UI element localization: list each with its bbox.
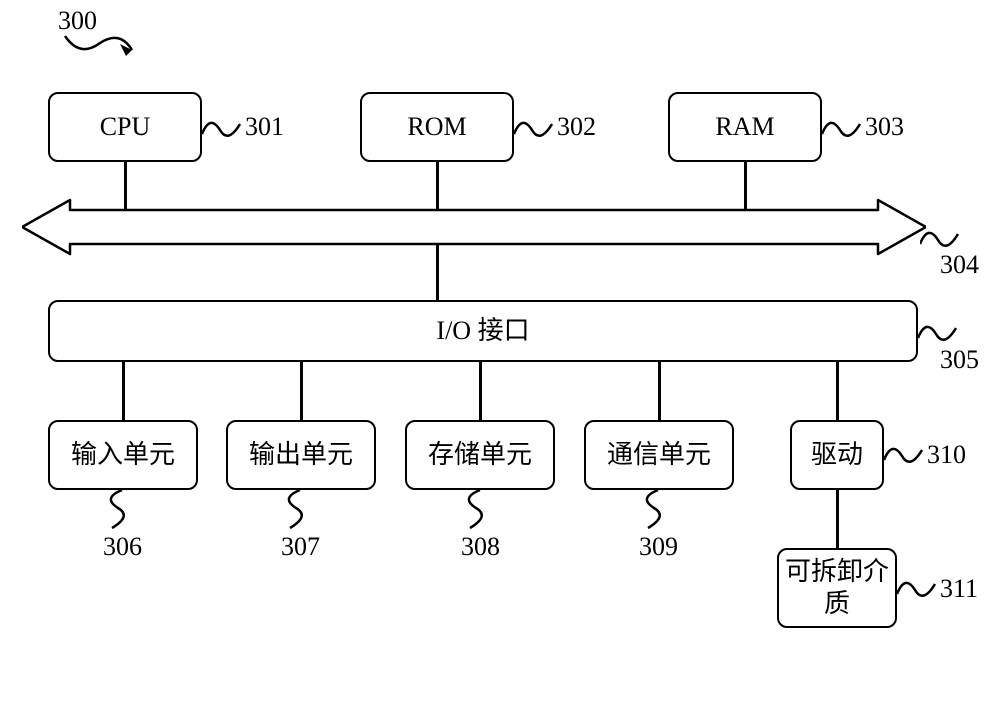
ref-input: 306 xyxy=(103,532,142,562)
removable-block: 可拆卸介质 xyxy=(777,548,897,628)
connector-line xyxy=(436,244,439,300)
ref-output: 307 xyxy=(281,532,320,562)
squiggle-icon xyxy=(458,490,492,532)
ref-storage: 308 xyxy=(461,532,500,562)
squiggle-icon xyxy=(202,112,244,146)
comm-block: 通信单元 xyxy=(584,420,734,490)
ref-comm: 309 xyxy=(639,532,678,562)
connector-line xyxy=(479,362,482,420)
ref-cpu: 301 xyxy=(245,112,284,142)
rom-block: ROM xyxy=(360,92,514,162)
squiggle-icon xyxy=(278,490,312,532)
drive-block: 驱动 xyxy=(790,420,884,490)
connector-line xyxy=(300,362,303,420)
connector-line xyxy=(658,362,661,420)
ref-bus: 304 xyxy=(940,250,979,280)
cpu-block: CPU xyxy=(48,92,202,162)
ram-block: RAM xyxy=(668,92,822,162)
ref-drive: 310 xyxy=(927,440,966,470)
squiggle-icon xyxy=(514,112,556,146)
output-block: 输出单元 xyxy=(226,420,376,490)
connector-line xyxy=(836,362,839,420)
squiggle-icon xyxy=(822,112,864,146)
figure-arrow-icon xyxy=(60,28,150,68)
squiggle-icon xyxy=(636,490,670,532)
ref-rom: 302 xyxy=(557,112,596,142)
input-block: 输入单元 xyxy=(48,420,198,490)
squiggle-icon xyxy=(897,572,939,606)
ref-ram: 303 xyxy=(865,112,904,142)
squiggle-icon xyxy=(884,438,926,472)
ref-removable: 311 xyxy=(940,574,978,604)
bus-arrow xyxy=(22,196,926,258)
squiggle-icon xyxy=(100,490,134,532)
removable-label: 可拆卸介质 xyxy=(779,556,895,621)
ref-io: 305 xyxy=(940,345,979,375)
connector-line xyxy=(836,490,839,548)
connector-line xyxy=(122,362,125,420)
io-block: I/O 接口 xyxy=(48,300,918,362)
storage-block: 存储单元 xyxy=(405,420,555,490)
